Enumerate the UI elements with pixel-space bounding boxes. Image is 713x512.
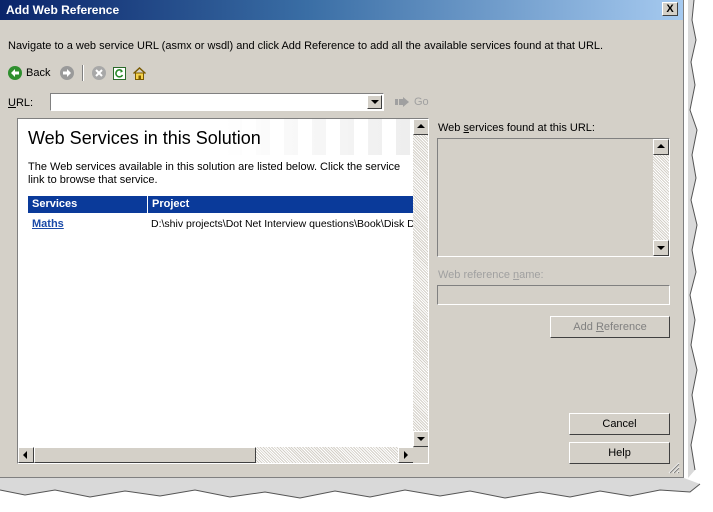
project-path: D:\shiv projects\Dot Net Interview quest… [151,218,413,230]
resize-grip-icon[interactable] [666,460,680,474]
list-scroll-down-button[interactable] [653,240,669,256]
services-table-header: Services Project [28,196,414,213]
service-link-maths[interactable]: Maths [32,218,64,230]
horizontal-scroll-thumb[interactable] [34,447,256,463]
table-row: Maths D:\shiv projects\Dot Net Interview… [28,216,414,232]
chevron-down-icon[interactable] [367,95,382,109]
torn-edge-bottom [0,478,701,499]
list-scroll-up-button[interactable] [653,139,669,155]
stop-button[interactable] [92,64,106,82]
add-reference-button[interactable]: Add Reference [550,316,670,338]
back-button[interactable]: Back [8,64,50,82]
help-button[interactable]: Help [569,442,670,464]
page-description: The Web services available in this solut… [28,161,401,186]
browser-content: Web Services in this Solution The Web se… [18,119,414,447]
column-header-project: Project [152,198,190,210]
web-reference-name-label: Web reference name: [438,269,544,281]
close-button[interactable]: X [662,2,678,16]
column-header-services: Services [32,198,78,210]
scroll-down-button[interactable] [413,431,428,447]
home-icon [132,66,147,80]
found-services-list[interactable] [437,138,670,257]
web-browser-pane[interactable]: Web Services in this Solution The Web se… [17,118,429,464]
found-services-scrollbar[interactable] [653,139,669,256]
browser-vertical-scrollbar[interactable] [413,119,428,447]
title-bar: Add Web Reference X [0,0,683,20]
navigation-toolbar: Back [8,64,208,84]
window-title: Add Web Reference [6,3,120,17]
back-label: Back [26,67,51,79]
forward-arrow-icon [60,66,74,80]
go-arrow-icon [395,97,409,107]
home-button[interactable] [132,64,147,82]
url-combobox[interactable] [50,93,384,111]
web-reference-name-input[interactable] [437,285,670,305]
scroll-right-button[interactable] [398,447,414,463]
refresh-icon [113,66,126,80]
page-title: Web Services in this Solution [28,128,261,148]
instructions-text: Navigate to a web service URL (asmx or w… [8,40,604,52]
scroll-left-button[interactable] [18,447,34,463]
browser-horizontal-scrollbar[interactable] [18,447,414,463]
stop-icon [92,66,106,80]
add-web-reference-dialog: Add Web Reference X Navigate to a web se… [0,0,684,478]
url-label: URL: [8,97,34,109]
go-button[interactable]: Go [395,96,429,108]
torn-edge-right [688,0,698,478]
back-arrow-icon [8,66,22,80]
cancel-button[interactable]: Cancel [569,413,670,435]
go-label: Go [414,96,429,108]
scroll-up-button[interactable] [413,119,428,135]
found-services-label: Web services found at this URL: [438,122,595,134]
toolbar-separator [82,65,84,81]
refresh-button[interactable] [112,64,127,82]
forward-button[interactable] [60,64,74,82]
